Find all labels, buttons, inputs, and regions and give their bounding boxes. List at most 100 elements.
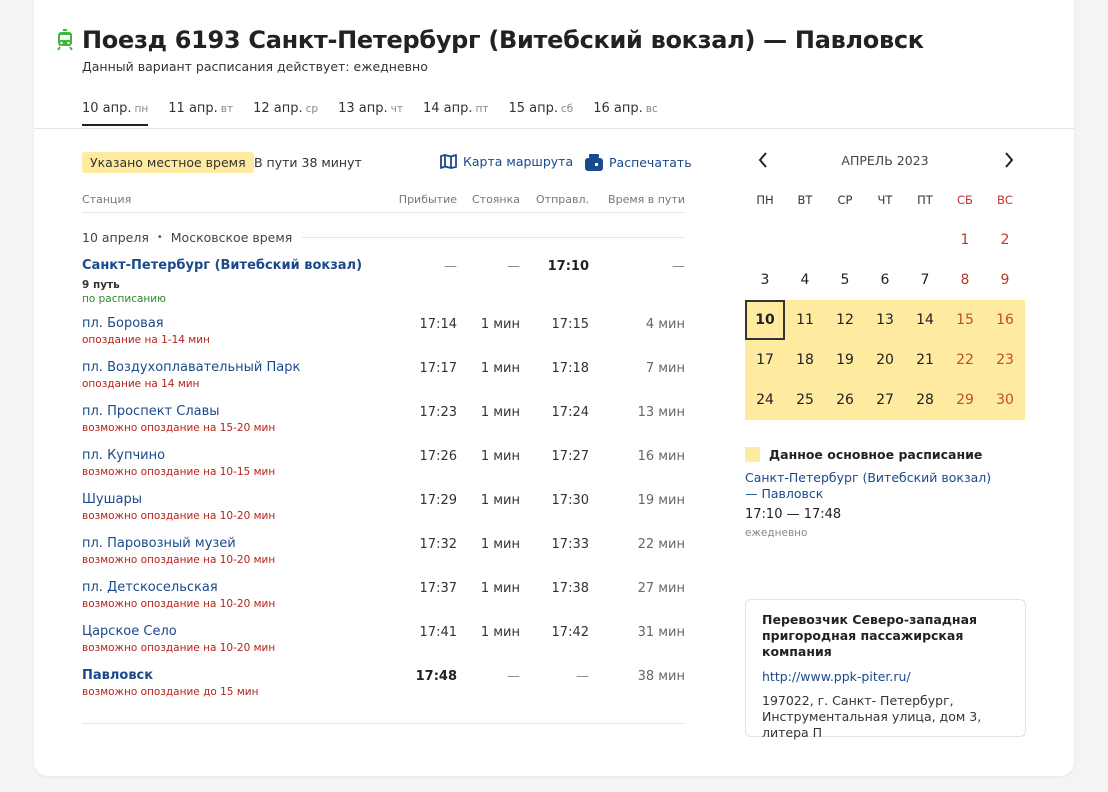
- calendar-day[interactable]: 15: [945, 300, 985, 340]
- calendar-day[interactable]: 28: [905, 380, 945, 420]
- weekday-label: ВС: [997, 193, 1013, 207]
- weekday-label: СР: [837, 193, 853, 207]
- page-title: Поезд 6193 Санкт-Петербург (Витебский во…: [82, 26, 924, 54]
- tab-weekday: пн: [134, 103, 149, 115]
- calendar-day[interactable]: 11: [785, 300, 825, 340]
- date-tab[interactable]: 10 апр. пн: [82, 101, 149, 126]
- calendar-day[interactable]: 30: [985, 380, 1025, 420]
- calendar-day[interactable]: 20: [865, 340, 905, 380]
- calendar-day[interactable]: 14: [905, 300, 945, 340]
- calendar-month: АПРЕЛЬ 2023: [841, 153, 929, 168]
- table-row: пл. Воздухоплавательный Парк опоздание на…: [82, 360, 685, 404]
- travel-time: 27 мин: [637, 581, 685, 596]
- tab-weekday: ср: [305, 103, 319, 115]
- legend-swatch: [745, 447, 760, 462]
- delay-text: возможно опоздание на 10-15 мин: [82, 466, 276, 478]
- tab-date: 14 апр.: [422, 101, 473, 116]
- station-link[interactable]: Шушары: [82, 492, 142, 507]
- calendar-day-selected[interactable]: 10: [745, 300, 785, 340]
- table-row: Царское Село возможно опоздание на 10-20 …: [82, 624, 685, 668]
- calendar-day[interactable]: 7: [905, 260, 945, 300]
- station-link[interactable]: Царское Село: [82, 624, 177, 639]
- col-station: Станция: [82, 193, 132, 206]
- tab-date: 15 апр.: [508, 101, 558, 116]
- delay-text: возможно опоздание на 10-20 мин: [82, 598, 276, 610]
- table-bottom-rule: [82, 723, 685, 724]
- station-link[interactable]: пл. Детскосельская: [82, 580, 218, 595]
- table-row: Шушары возможно опоздание на 10-20 мин 17:…: [82, 492, 685, 536]
- calendar-day[interactable]: 1: [945, 220, 985, 260]
- calendar-day[interactable]: 3: [745, 260, 785, 300]
- date-tab[interactable]: 15 апр. сб: [508, 101, 573, 126]
- date-tab[interactable]: 13 апр. чт: [338, 101, 403, 126]
- travel-time: 19 мин: [637, 493, 685, 508]
- calendar-day[interactable]: 5: [825, 260, 865, 300]
- travel-time: 22 мин: [637, 537, 685, 552]
- calendar-next-button[interactable]: [999, 150, 1019, 170]
- calendar-blank: [865, 220, 905, 260]
- weekday-label: ЧТ: [877, 193, 893, 207]
- calendar-day[interactable]: 19: [825, 340, 865, 380]
- station-link[interactable]: пл. Проспект Славы: [82, 404, 220, 419]
- calendar-day[interactable]: 17: [745, 340, 785, 380]
- calendar-day[interactable]: 18: [785, 340, 825, 380]
- legend-route-link[interactable]: Санкт-Петербург (Витебский вокзал) — Пав…: [745, 470, 1005, 502]
- tab-weekday: чт: [390, 103, 403, 115]
- station-link[interactable]: Санкт-Петербург (Витебский вокзал): [82, 258, 362, 273]
- date-tab[interactable]: 16 апр. вс: [593, 101, 658, 126]
- calendar-day[interactable]: 12: [825, 300, 865, 340]
- calendar-day[interactable]: 22: [945, 340, 985, 380]
- station-link[interactable]: пл. Боровая: [82, 316, 164, 331]
- station-link[interactable]: пл. Паровозный музей: [82, 536, 236, 551]
- stop-duration: —: [507, 669, 520, 684]
- calendar-day[interactable]: 21: [905, 340, 945, 380]
- travel-time: 13 мин: [637, 405, 685, 420]
- calendar-day[interactable]: 25: [785, 380, 825, 420]
- station-link[interactable]: пл. Воздухоплавательный Парк: [82, 360, 300, 375]
- travel-time: 16 мин: [637, 449, 685, 464]
- date-tab[interactable]: 14 апр. пт: [423, 101, 489, 126]
- calendar-day[interactable]: 8: [945, 260, 985, 300]
- calendar-day[interactable]: 23: [985, 340, 1025, 380]
- title-row: Поезд 6193 Санкт-Петербург (Витебский во…: [56, 26, 924, 54]
- calendar-day[interactable]: 16: [985, 300, 1025, 340]
- weekday-label: ВТ: [797, 193, 813, 207]
- legend-frequency: ежедневно: [745, 527, 808, 539]
- calendar-day[interactable]: 2: [985, 220, 1025, 260]
- print-link[interactable]: Распечатать: [585, 154, 692, 171]
- date-tab[interactable]: 12 апр. ср: [253, 101, 318, 126]
- station-link[interactable]: пл. Купчино: [82, 448, 165, 463]
- separator-date: 10 апреля: [82, 230, 149, 245]
- travel-time: В пути 38 минут: [254, 155, 362, 170]
- route-map-link[interactable]: Карта маршрута: [440, 154, 573, 169]
- carrier-url-link[interactable]: http://www.ppk-piter.ru/: [762, 669, 1009, 684]
- calendar-day[interactable]: 24: [745, 380, 785, 420]
- station-link[interactable]: Павловск: [82, 668, 153, 683]
- departure-time: 17:42: [551, 625, 589, 640]
- calendar-blank: [825, 220, 865, 260]
- departure-time: 17:24: [551, 405, 589, 420]
- travel-time: —: [672, 259, 685, 274]
- weekday-label: ПН: [756, 193, 774, 207]
- calendar-day[interactable]: 27: [865, 380, 905, 420]
- stop-duration: 1 мин: [480, 537, 520, 552]
- separator-line: [302, 237, 685, 238]
- calendar-day[interactable]: 9: [985, 260, 1025, 300]
- arrival-time: 17:29: [419, 493, 457, 508]
- tab-date: 12 апр.: [253, 101, 303, 116]
- date-tab[interactable]: 11 апр. вт: [168, 101, 233, 126]
- calendar-day[interactable]: 6: [865, 260, 905, 300]
- legend-row: Данное основное расписание: [745, 447, 1025, 462]
- calendar-day[interactable]: 4: [785, 260, 825, 300]
- table-row: пл. Проспект Славы возможно опоздание на …: [82, 404, 685, 448]
- calendar-blank: [745, 220, 785, 260]
- col-arrival: Прибытие: [398, 193, 457, 206]
- schedule-validity: Данный вариант расписания действует: еже…: [82, 59, 428, 74]
- calendar-day[interactable]: 13: [865, 300, 905, 340]
- table-header: Станция Прибытие Стоянка Отправл. Время …: [82, 193, 685, 213]
- calendar-day[interactable]: 29: [945, 380, 985, 420]
- calendar-day[interactable]: 26: [825, 380, 865, 420]
- arrival-time: 17:17: [419, 361, 457, 376]
- timetable: Указано местное время В пути 38 минут Ка…: [82, 150, 692, 698]
- calendar-header: АПРЕЛЬ 2023: [745, 150, 1025, 172]
